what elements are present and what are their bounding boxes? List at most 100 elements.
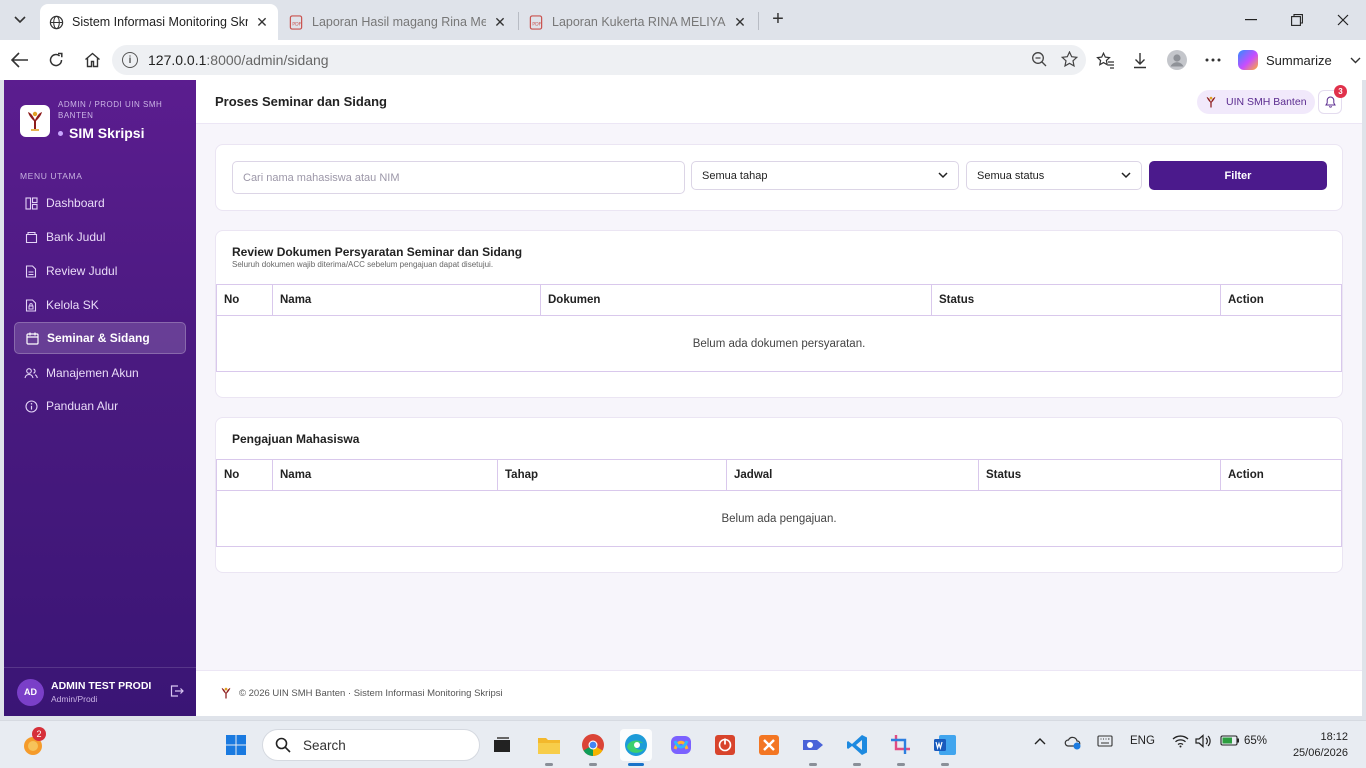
avatar[interactable]: AD <box>17 678 44 706</box>
close-icon[interactable]: ✕ <box>492 14 508 31</box>
filter-button[interactable]: Filter <box>1149 161 1327 190</box>
more-options-icon[interactable] <box>1202 49 1224 71</box>
sidebar-item-label: Panduan Alur <box>46 399 119 413</box>
sidebar-item-panduan-alur[interactable]: Panduan Alur <box>14 390 186 422</box>
uin-logo <box>218 686 234 702</box>
file-explorer-button[interactable] <box>533 729 565 761</box>
notification-button[interactable]: 3 <box>1318 85 1347 114</box>
column-header: No <box>216 284 273 316</box>
reload-button[interactable] <box>44 48 68 72</box>
snipping-tool-button[interactable] <box>885 729 917 761</box>
browser-toolbar: i 127.0.0.1:8000/admin/sidang Summarize <box>0 40 1366 80</box>
running-indicator <box>853 763 861 766</box>
taskbar-search[interactable]: Search <box>262 729 480 761</box>
sidebar-item-seminar-sidang[interactable]: Seminar & Sidang <box>14 322 186 354</box>
volume-icon[interactable] <box>1195 734 1211 751</box>
tab-title: Laporan Kukerta RINA MELIYANA <box>552 15 726 29</box>
system-clock[interactable]: 18:12 25/06/2026 <box>1288 729 1348 761</box>
sidebar-item-kelola-sk[interactable]: Kelola SK <box>14 289 186 321</box>
profile-avatar[interactable] <box>1166 49 1188 71</box>
refresh-icon <box>49 52 63 67</box>
home-icon <box>84 52 100 68</box>
battery-icon[interactable] <box>1220 735 1240 749</box>
bell-icon <box>1324 96 1336 108</box>
address-bar[interactable]: i 127.0.0.1:8000/admin/sidang <box>112 45 1086 75</box>
download-icon[interactable] <box>1129 49 1151 71</box>
xampp-icon <box>759 735 779 755</box>
tab-actions-menu[interactable] <box>6 7 34 33</box>
running-indicator <box>809 763 817 766</box>
clock-date: 25/06/2026 <box>1292 747 1348 759</box>
clock-time: 18:12 <box>1320 731 1348 743</box>
sidebar-item-label: Bank Judul <box>46 230 106 244</box>
chrome-button[interactable] <box>577 729 609 761</box>
tab-laporan-magang[interactable]: PDF Laporan Hasil magang Rina Meliya ✕ <box>280 4 516 40</box>
sidebar-item-review-judul[interactable]: Review Judul <box>14 255 186 287</box>
vscode-button[interactable] <box>841 729 873 761</box>
office-app-button[interactable] <box>709 729 741 761</box>
copilot-button[interactable] <box>665 729 697 761</box>
column-header: Nama <box>272 284 541 316</box>
sidebar-item-dashboard[interactable]: Dashboard <box>14 187 186 219</box>
sidebar-item-label: Dashboard <box>46 196 105 210</box>
task-view-button[interactable] <box>486 729 518 761</box>
edge-button[interactable] <box>620 729 652 761</box>
battery-percent: 65% <box>1244 735 1268 747</box>
close-icon[interactable]: ✕ <box>254 14 270 31</box>
minimize-button[interactable] <box>1228 0 1274 40</box>
sidebar-item-manajemen-akun[interactable]: Manajemen Akun <box>14 357 186 389</box>
keyboard-icon[interactable] <box>1097 735 1113 750</box>
running-indicator <box>897 763 905 766</box>
tab-title: Laporan Hasil magang Rina Meliya <box>312 15 486 29</box>
tab-sim-skripsi[interactable]: Sistem Informasi Monitoring Skrip ✕ <box>40 4 278 40</box>
table-header-row: No Nama Tahap Jadwal Status Action <box>216 459 1342 491</box>
word-button[interactable] <box>929 729 961 761</box>
site-info-icon[interactable]: i <box>122 52 138 68</box>
column-header: Nama <box>272 459 498 491</box>
language-indicator[interactable]: ENG <box>1130 735 1155 747</box>
search-icon <box>275 737 291 753</box>
close-window-button[interactable] <box>1320 0 1366 40</box>
brand-subtitle: ADMIN / PRODI UIN SMH BANTEN <box>58 100 163 120</box>
logout-icon[interactable] <box>170 684 184 700</box>
globe-icon <box>48 14 64 30</box>
weather-widget[interactable]: 2 <box>18 727 50 761</box>
sidebar-brand: ADMIN / PRODI UIN SMH BANTEN SIM Skripsi <box>20 96 190 146</box>
home-button[interactable] <box>80 48 104 72</box>
sidebar-item-bank-judul[interactable]: Bank Judul <box>14 221 186 253</box>
notification-badge: 3 <box>1334 85 1347 98</box>
zoom-icon[interactable] <box>1031 51 1047 70</box>
summarize-label: Summarize <box>1266 52 1332 68</box>
show-hidden-icons[interactable] <box>1034 736 1046 748</box>
remote-desktop-button[interactable] <box>797 729 829 761</box>
start-button[interactable] <box>220 729 252 761</box>
column-header: No <box>216 459 273 491</box>
search-input[interactable]: Cari nama mahasiswa atau NIM <box>232 161 685 194</box>
page-footer: © 2026 UIN SMH Banten · Sistem Informasi… <box>196 670 1362 716</box>
close-icon[interactable]: ✕ <box>732 14 748 31</box>
status-dot <box>58 130 63 136</box>
sidebar: ADMIN / PRODI UIN SMH BANTEN SIM Skripsi… <box>4 80 196 716</box>
vscode-icon <box>847 735 867 755</box>
favorites-icon[interactable] <box>1094 49 1116 71</box>
status-select[interactable]: Semua status <box>966 161 1142 190</box>
stage-select-value: Semua tahap <box>702 169 768 182</box>
wifi-icon[interactable] <box>1172 734 1189 751</box>
uin-logo <box>20 105 50 137</box>
xampp-button[interactable] <box>753 729 785 761</box>
tab-laporan-kukerta[interactable]: PDF Laporan Kukerta RINA MELIYANA ✕ <box>520 4 756 40</box>
favorite-star-icon[interactable] <box>1060 50 1079 70</box>
back-button[interactable] <box>8 48 32 72</box>
onedrive-icon[interactable] <box>1064 734 1082 753</box>
new-tab-button[interactable]: + <box>766 8 790 32</box>
summarize-button[interactable]: Summarize <box>1238 47 1361 73</box>
column-header: Dokumen <box>540 284 932 316</box>
topbar: Proses Seminar dan Sidang UIN SMH Banten… <box>196 80 1362 124</box>
url-host: 127.0.0.1 <box>148 52 207 68</box>
restore-icon <box>1291 14 1303 26</box>
column-header: Tahap <box>497 459 727 491</box>
filter-card: Cari nama mahasiswa atau NIM Semua tahap… <box>215 144 1343 211</box>
submissions-table: No Nama Tahap Jadwal Status Action Belum… <box>216 459 1342 547</box>
stage-select[interactable]: Semua tahap <box>691 161 959 190</box>
restore-button[interactable] <box>1274 0 1320 40</box>
